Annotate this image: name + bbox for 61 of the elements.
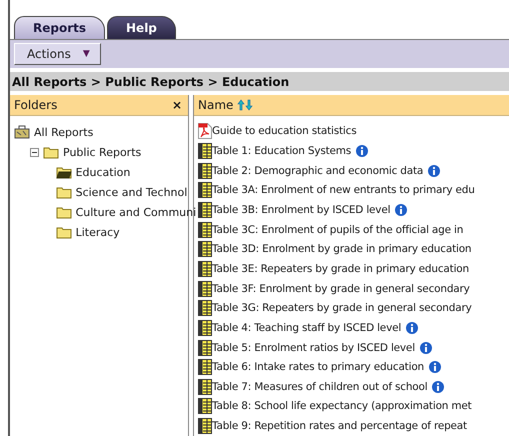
table-icon xyxy=(198,320,212,336)
collapse-icon[interactable] xyxy=(30,148,39,156)
table-icon xyxy=(198,222,212,238)
panel-title: Folders xyxy=(14,98,58,112)
table-icon xyxy=(198,418,212,434)
table-icon xyxy=(198,241,212,258)
folder-item[interactable]: Science and Technol xyxy=(76,186,188,198)
breadcrumb: All Reports > Public Reports > Education xyxy=(10,72,509,91)
table-icon xyxy=(198,143,212,160)
report-link[interactable]: Table 3A: Enrolment of new entrants to primary edu xyxy=(212,184,475,196)
briefcase-icon xyxy=(14,125,30,139)
report-link[interactable]: Table 3G: Repeaters by grade in general secondary xyxy=(212,302,472,314)
folder-item[interactable]: All Reports xyxy=(34,126,94,138)
table-icon xyxy=(198,280,212,297)
open-folder-icon xyxy=(56,166,72,178)
table-icon xyxy=(198,260,212,277)
tab[interactable]: Help xyxy=(107,16,176,39)
tab[interactable]: Reports xyxy=(14,16,106,39)
info-icon[interactable] xyxy=(356,145,368,158)
report-link[interactable]: Table 9: Repetition rates and percentage of repeat xyxy=(212,420,467,432)
report-link[interactable]: Table 8: School life expectancy (approximation met xyxy=(212,400,472,412)
table-icon xyxy=(198,378,212,395)
table-icon xyxy=(198,359,212,376)
folder-item[interactable]: Public Reports xyxy=(63,146,142,158)
sort-arrows-icon[interactable] xyxy=(237,98,254,111)
table-icon xyxy=(198,162,212,179)
table-icon xyxy=(198,182,212,198)
actions-menu-button[interactable]: Actions ▼ xyxy=(14,43,101,65)
folder-item[interactable]: Education xyxy=(76,166,130,178)
info-icon[interactable] xyxy=(428,164,440,177)
report-link[interactable]: Table 7: Measures of children out of school xyxy=(212,380,428,393)
info-icon[interactable] xyxy=(406,322,418,334)
table-icon xyxy=(198,340,212,356)
column-title: Name xyxy=(198,98,234,112)
folder-icon xyxy=(43,146,59,158)
report-link[interactable]: Table 4: Teaching staff by ISCED level xyxy=(212,322,402,334)
folder-item[interactable]: Culture and Communi xyxy=(76,206,196,218)
info-icon[interactable] xyxy=(432,380,444,393)
info-icon[interactable] xyxy=(429,361,441,374)
info-icon[interactable] xyxy=(420,342,432,354)
table-icon xyxy=(198,398,212,414)
report-link[interactable]: Table 3F: Enrolment by grade in general secondary xyxy=(212,282,470,295)
report-link[interactable]: Table 3E: Repeaters by grade in primary education xyxy=(212,262,469,275)
pdf-file-icon xyxy=(198,123,212,140)
report-link[interactable]: Table 3B: Enrolment by ISCED level xyxy=(212,204,390,216)
report-link[interactable]: Table 2: Demographic and economic data xyxy=(212,164,424,177)
report-link[interactable]: Guide to education statistics xyxy=(212,125,356,138)
folder-icon xyxy=(56,186,72,198)
table-icon xyxy=(198,300,212,316)
info-icon[interactable] xyxy=(395,204,408,216)
table-icon xyxy=(198,202,212,218)
folder-icon xyxy=(56,226,72,238)
report-link[interactable]: Table 3D: Enrolment by grade in primary education xyxy=(212,243,472,256)
close-button[interactable]: × xyxy=(172,98,182,112)
report-link[interactable]: Table 5: Enrolment ratios by ISCED level xyxy=(212,342,415,354)
folder-item[interactable]: Literacy xyxy=(76,226,120,238)
report-link[interactable]: Table 1: Education Systems xyxy=(212,145,352,158)
report-link[interactable]: Table 6: Intake rates to primary education xyxy=(212,361,424,374)
folder-icon xyxy=(56,206,72,218)
name-column-header[interactable]: Name xyxy=(194,95,509,116)
report-link[interactable]: Table 3C: Enrolment of pupils of the official age in xyxy=(212,224,464,236)
